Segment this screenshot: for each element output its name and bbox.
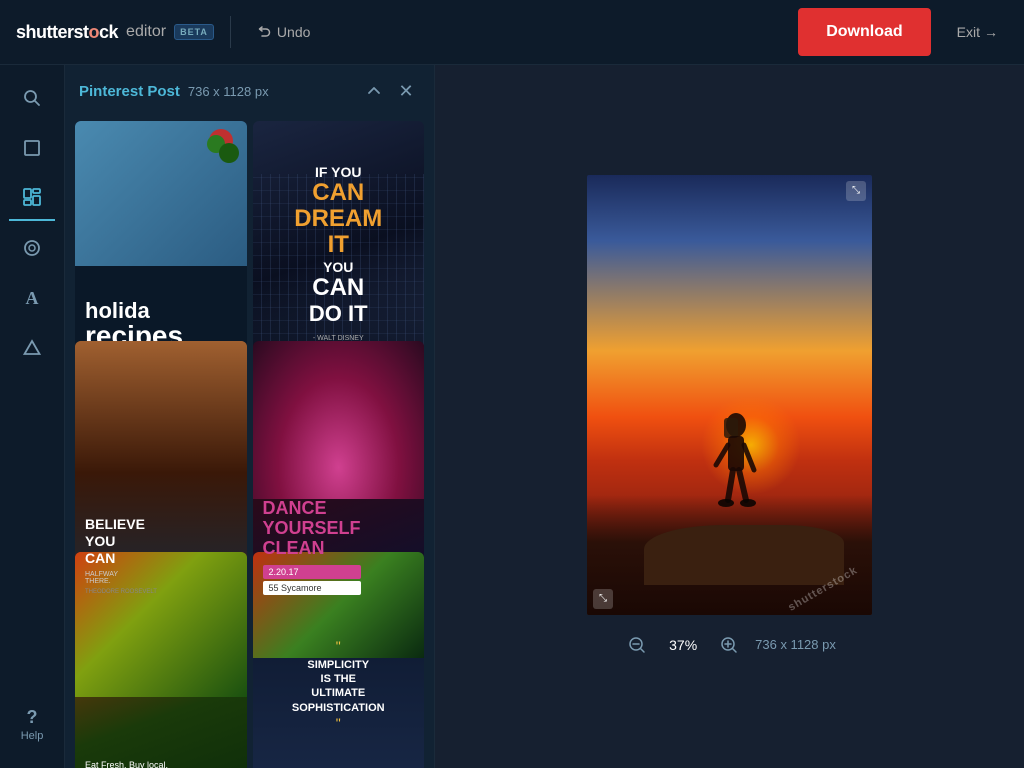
- tc-dream-dream-text: DREAM IT: [281, 206, 397, 259]
- beta-badge: BETA: [174, 24, 214, 40]
- panel-actions: ✕: [360, 77, 420, 105]
- collapse-panel-button[interactable]: [360, 77, 388, 105]
- tc-holiday-image: [75, 121, 247, 279]
- main-content: A ? Help Pinterest Post 736 x 1128 px: [0, 65, 1024, 768]
- zoom-in-button[interactable]: [715, 631, 743, 659]
- panel-header-left: Pinterest Post 736 x 1128 px: [79, 83, 269, 100]
- zoom-out-button[interactable]: [623, 631, 651, 659]
- canvas-anchor-control[interactable]: ⤡: [593, 589, 613, 609]
- tc-leaf: [219, 143, 239, 163]
- sidebar-item-search[interactable]: [9, 75, 55, 121]
- tc-farmers-tagline: Eat Fresh. Buy local.: [85, 760, 173, 768]
- canvas-area: shutterstock ⤡ ⤡ 37%: [435, 65, 1024, 768]
- sidebar-item-shapes[interactable]: [9, 325, 55, 371]
- tc-dream-content: IF YOU CAN DREAM IT YOU CAN DO IT - WALT…: [267, 150, 411, 357]
- tc-dance-venue: 55 Sycamore: [263, 581, 361, 595]
- hiker-figure: [706, 400, 766, 535]
- elements-icon: [22, 238, 42, 258]
- tc-dance-glow: [253, 341, 425, 499]
- exit-arrow-icon: →: [984, 24, 998, 40]
- undo-icon: [257, 25, 271, 39]
- tc-simplicity-content: " SIMPLICITYIS THEULTIMATESOPHISTICATION…: [284, 630, 393, 739]
- help-button[interactable]: ? Help: [15, 701, 50, 748]
- sidebar-item-resize[interactable]: [9, 125, 55, 171]
- tc-simplicity-text: SIMPLICITYIS THEULTIMATESOPHISTICATION: [292, 658, 385, 715]
- tc-believe-text: BELIEVEYOUCAN: [85, 516, 157, 566]
- exit-button[interactable]: Exit →: [947, 18, 1008, 46]
- zoom-bar: 37% 736 x 1128 px: [623, 631, 836, 659]
- tc-believe-attribution: THEODORE ROOSEVELT: [85, 589, 157, 595]
- download-button[interactable]: Download: [798, 8, 930, 56]
- tc-dance-date: 2.20.17: [263, 565, 361, 579]
- tc-dance-image: [253, 341, 425, 499]
- header-divider: [230, 16, 231, 48]
- tc-believe-quote: HALFWAYTHERE.: [85, 571, 157, 585]
- zoom-percentage: 37%: [663, 637, 703, 653]
- text-icon: A: [26, 288, 39, 309]
- canvas-wrapper: shutterstock ⤡ ⤡: [587, 175, 872, 615]
- logo-area: shutterstock editor BETA: [16, 22, 214, 43]
- chevron-up-icon: [367, 84, 381, 98]
- logo-text: shutterstock: [16, 22, 118, 43]
- template-card-dream[interactable]: IF YOU CAN DREAM IT YOU CAN DO IT - WALT…: [253, 121, 425, 385]
- panel-title: Pinterest Post: [79, 83, 180, 100]
- undo-label: Undo: [277, 24, 310, 40]
- tc-simplicity-close-quote: ": [292, 715, 385, 731]
- template-grid: holida recipes IF YOU CAN DREAM IT YOU C…: [65, 115, 434, 768]
- tc-dream-attribution: - WALT DISNEY: [313, 335, 364, 342]
- sidebar-item-templates[interactable]: [9, 175, 55, 221]
- tc-dream-you-text: YOU: [323, 259, 353, 275]
- hiker-svg: [706, 400, 766, 530]
- tc-believe-content: BELIEVEYOUCAN HALFWAYTHERE. THEODORE ROO…: [85, 516, 157, 594]
- canvas-dimensions: 736 x 1128 px: [755, 637, 836, 652]
- help-label: Help: [21, 730, 44, 742]
- tc-simplicity-quote-mark: ": [292, 638, 385, 654]
- shapes-icon: [22, 338, 42, 358]
- sidebar-bottom: ? Help: [15, 701, 50, 758]
- canvas-image[interactable]: shutterstock ⤡ ⤡: [587, 175, 872, 615]
- tc-dream-do-text: DO IT: [309, 301, 368, 327]
- resize-icon: [22, 138, 42, 158]
- sidebar-item-elements[interactable]: [9, 225, 55, 271]
- icon-sidebar: A ? Help: [0, 65, 65, 768]
- tc-dream-cando-text: CAN: [312, 275, 364, 301]
- close-panel-button[interactable]: ✕: [392, 77, 420, 105]
- logo-orange-dot: o: [89, 22, 100, 42]
- sidebar-item-text[interactable]: A: [9, 275, 55, 321]
- tc-dream-can-text: CAN: [312, 180, 364, 206]
- panel-size: 736 x 1128 px: [188, 84, 269, 99]
- app-header: shutterstock editor BETA Undo Download E…: [0, 0, 1024, 65]
- exit-label: Exit: [957, 24, 980, 40]
- templates-icon: [22, 187, 42, 207]
- zoom-out-icon: [628, 636, 646, 654]
- undo-button[interactable]: Undo: [247, 18, 320, 46]
- editor-label: editor: [126, 23, 166, 41]
- search-icon: [22, 88, 42, 108]
- tc-dance-content: DANCEYOURSELFCLEAN 2.20.17 55 Sycamore: [263, 499, 361, 594]
- help-icon: ?: [27, 707, 38, 728]
- template-panel: Pinterest Post 736 x 1128 px ✕: [65, 65, 435, 768]
- tc-farmers-content: Eat Fresh. Buy local. FARMERSMARKET: [85, 760, 173, 768]
- canvas-crop-control[interactable]: ⤡: [846, 181, 866, 201]
- panel-header: Pinterest Post 736 x 1128 px ✕: [65, 65, 434, 115]
- tc-holiday-title: holida: [85, 300, 150, 322]
- zoom-in-icon: [720, 636, 738, 654]
- tc-dance-text: DANCEYOURSELFCLEAN: [263, 499, 361, 558]
- tc-dream-if-text: IF YOU: [315, 164, 361, 180]
